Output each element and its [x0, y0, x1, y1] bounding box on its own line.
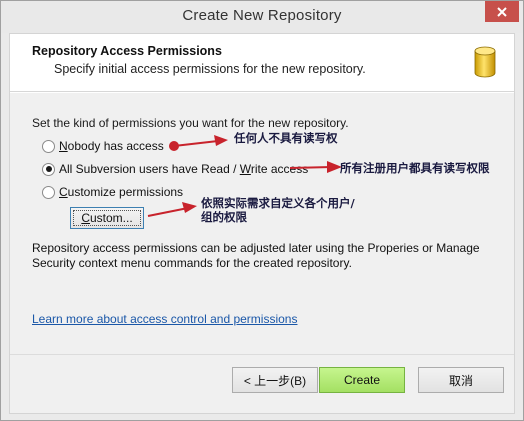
- window-title: Create New Repository: [182, 7, 342, 24]
- page-title: Repository Access Permissions: [32, 44, 222, 58]
- cancel-button[interactable]: 取消: [418, 367, 504, 393]
- note-text: Repository access permissions can be adj…: [32, 241, 480, 270]
- learn-more-link[interactable]: Learn more about access control and perm…: [32, 312, 297, 326]
- intro-text: Set the kind of permissions you want for…: [32, 116, 349, 130]
- radio-option-all-users[interactable]: All Subversion users have Read / Write a…: [42, 161, 308, 177]
- title-bar[interactable]: Create New Repository: [1, 1, 523, 33]
- radio-button[interactable]: [42, 185, 55, 199]
- create-button[interactable]: Create: [319, 367, 405, 393]
- wizard-header: Repository Access Permissions Specify in…: [10, 34, 514, 92]
- close-button[interactable]: [485, 1, 519, 22]
- page-subtitle: Specify initial access permissions for t…: [54, 62, 366, 76]
- annotation-text-1: 任何人不具有读写权: [234, 131, 338, 145]
- radio-label: All Subversion users have Read / Write a…: [59, 162, 309, 176]
- radio-option-customize[interactable]: Customize permissions: [42, 184, 183, 200]
- back-button[interactable]: < 上一步(B): [232, 367, 318, 393]
- database-icon: [474, 46, 496, 78]
- annotation-text-3b: 组的权限: [201, 210, 247, 224]
- radio-button[interactable]: [42, 139, 55, 153]
- radio-label: Customize permissions: [59, 185, 184, 199]
- content-area: Repository Access Permissions Specify in…: [9, 33, 515, 414]
- wizard-footer: < 上一步(B) Create 取消: [10, 354, 514, 413]
- close-icon: [497, 6, 507, 17]
- custom-button[interactable]: Custom...: [70, 207, 144, 229]
- radio-button[interactable]: [42, 162, 55, 176]
- annotation-text-2: 所有注册用户都具有读写权限: [340, 161, 490, 175]
- radio-option-nobody[interactable]: Nobody has access: [42, 138, 164, 154]
- radio-label: Nobody has access: [59, 139, 164, 153]
